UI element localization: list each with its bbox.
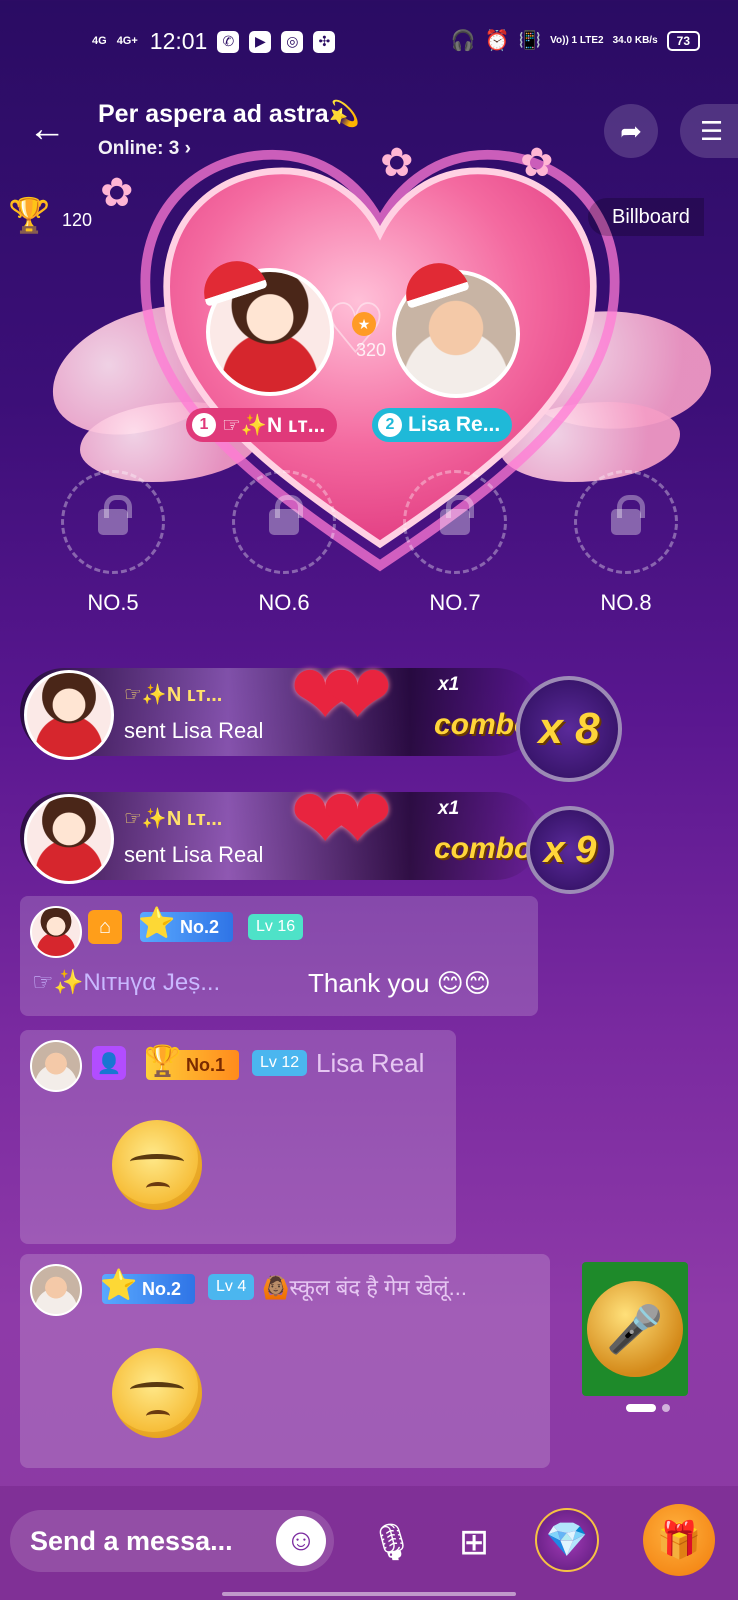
whatsapp-icon: ✆ bbox=[217, 30, 240, 53]
headphone-icon: 🎧 bbox=[450, 30, 476, 52]
notif-avatar[interactable] bbox=[24, 794, 114, 884]
seat-label-8: NO.8 bbox=[600, 590, 652, 615]
notif-sender: ☞✨N ʟᴛ... bbox=[124, 684, 223, 706]
hearts-gift-icon: ❤❤ bbox=[290, 648, 393, 742]
alarm-icon: ⏰ bbox=[484, 30, 510, 52]
trophy-score: 120 bbox=[62, 210, 93, 230]
star-icon: ★ bbox=[352, 312, 376, 336]
billboard-button[interactable]: Billboard bbox=[588, 198, 704, 236]
notif-sender: ☞✨N ʟᴛ... bbox=[124, 808, 223, 830]
carousel-dots bbox=[626, 1404, 670, 1412]
seat-5[interactable] bbox=[61, 470, 165, 574]
chat-message: 👤 🏆 No.1 Lv 12 Lisa Real bbox=[20, 1030, 456, 1244]
app-icon: ✣ bbox=[313, 30, 336, 53]
chat-message: ⌂ ⭐ No.2 Lv 16 ☞✨Nιтнүα Jeṣ... Thank you… bbox=[20, 896, 538, 1016]
flower-left: ✿ bbox=[100, 171, 134, 215]
microphone-icon: 🎤 bbox=[587, 1281, 683, 1377]
emoji-sticker bbox=[112, 1348, 202, 1438]
chat-message: ⭐ No.2 Lv 4 🙆🏽स्कूल बंद है गेम खेलूं... bbox=[20, 1254, 550, 1468]
host2-name: Lisa Re... bbox=[408, 413, 501, 436]
gift-notification: ☞✨N ʟᴛ... sent Lisa Real ❤❤ x1 combo bbox=[20, 772, 560, 884]
level-badge: Lv 4 bbox=[208, 1274, 255, 1300]
message-input[interactable]: Send a messa... ☺ bbox=[10, 1510, 334, 1572]
host1-num: 1 bbox=[192, 413, 216, 437]
network-1: 4G bbox=[92, 35, 107, 47]
network-2: 4G+ bbox=[116, 35, 138, 47]
microphone-promo-card[interactable]: 🎤 bbox=[582, 1262, 688, 1396]
notif-text: sent Lisa Real bbox=[124, 842, 264, 867]
flower-top-right: ✿ bbox=[520, 141, 554, 185]
rank-text: No.1 bbox=[186, 1054, 226, 1075]
seat-6[interactable] bbox=[232, 470, 336, 574]
chat-sender: ☞✨Nιтнүα Jeṣ... bbox=[32, 969, 221, 996]
vibrate-icon: 📳 bbox=[518, 30, 542, 50]
trophy-icon[interactable]: 🏆 bbox=[8, 196, 50, 236]
gift-icon[interactable]: 🎁 bbox=[643, 1504, 715, 1576]
combo-label: combo bbox=[434, 832, 533, 865]
flower-top-left: ✿ bbox=[380, 141, 414, 185]
mic-off-icon[interactable]: 🎙 bbox=[369, 1520, 415, 1564]
home-indicator[interactable] bbox=[222, 1592, 516, 1596]
chat-sender: Lisa Real bbox=[316, 1048, 425, 1078]
room-title: Per aspera ad astra💫 bbox=[98, 100, 360, 128]
gift-notification: ☞✨N ʟᴛ... sent Lisa Real ❤❤ x1 combo bbox=[20, 648, 560, 760]
status-left: 4G 4G+ 12:01 ✆ ▶ ◎ ✣ bbox=[92, 28, 336, 55]
chat-text: Thank you 😊😊 bbox=[308, 968, 491, 998]
combo-counter: x 8 bbox=[516, 676, 622, 782]
grid-icon[interactable]: ⊞ bbox=[452, 1520, 496, 1564]
chat-sender: 🙆🏽स्कूल बंद है गेम खेलूं... bbox=[262, 1275, 467, 1300]
seat-label-7: NO.7 bbox=[429, 590, 481, 615]
host2-num: 2 bbox=[378, 413, 402, 437]
center-score: 320 bbox=[356, 340, 387, 360]
rank-badge: 🏆 No.1 bbox=[144, 1045, 240, 1080]
hearts-gift-icon: ❤❤ bbox=[290, 772, 393, 866]
emoji-sticker bbox=[112, 1120, 202, 1210]
status-right: 🎧 ⏰ 📳 Vo)) 1 LTE2 34.0 KB/s 73 bbox=[451, 28, 700, 53]
lock-icon bbox=[440, 495, 474, 535]
sender-avatar[interactable] bbox=[30, 1040, 82, 1092]
youtube-icon: ▶ bbox=[249, 30, 272, 53]
host1-name-tag[interactable]: 1 ☞✨N ʟᴛ... bbox=[186, 408, 338, 442]
rank-star-icon: ⭐ bbox=[138, 907, 176, 940]
bottom-bar: Send a messa... ☺ 🎙 ⊞ 💎 🎁 bbox=[0, 1486, 738, 1600]
notif-avatar[interactable] bbox=[24, 670, 114, 760]
carousel-dot-active[interactable] bbox=[626, 1404, 656, 1412]
lock-icon bbox=[611, 495, 645, 535]
carousel-dot[interactable] bbox=[662, 1404, 670, 1412]
battery: 73 bbox=[666, 30, 700, 51]
combo-counter: x 9 bbox=[526, 806, 614, 894]
signal-text: Vo)) 1 LTE2 bbox=[550, 34, 604, 46]
rank-badge: ⭐ No.2 bbox=[138, 907, 234, 942]
rank-trophy-icon: 🏆 bbox=[144, 1045, 182, 1078]
rank-star-icon: ⭐ bbox=[100, 1269, 138, 1302]
net-speed: 34.0 KB/s bbox=[612, 34, 658, 46]
instagram-icon: ◎ bbox=[281, 30, 304, 53]
sender-avatar[interactable] bbox=[30, 906, 82, 958]
level-badge: Lv 16 bbox=[248, 914, 304, 940]
host1-name: ☞✨N ʟᴛ... bbox=[222, 413, 326, 437]
host2-name-tag[interactable]: 2 Lisa Re... bbox=[372, 408, 513, 442]
rank-text: No.2 bbox=[142, 1278, 182, 1299]
home-icon: ⌂ bbox=[88, 910, 122, 944]
gem-icon[interactable]: 💎 bbox=[535, 1508, 599, 1572]
user-icon: 👤 bbox=[92, 1046, 126, 1080]
lock-icon bbox=[98, 495, 132, 535]
gift-count: x1 bbox=[438, 674, 460, 695]
smile-icon[interactable]: ☺ bbox=[276, 1516, 326, 1566]
seat-7[interactable] bbox=[403, 470, 507, 574]
seat-label-5: NO.5 bbox=[87, 590, 139, 615]
sender-avatar[interactable] bbox=[30, 1264, 82, 1316]
seat-label-6: NO.6 bbox=[258, 590, 310, 615]
gift-count: x1 bbox=[438, 798, 460, 819]
seat-8[interactable] bbox=[574, 470, 678, 574]
message-placeholder: Send a messa... bbox=[30, 1526, 233, 1556]
status-bar: 4G 4G+ 12:01 ✆ ▶ ◎ ✣ 🎧 ⏰ 📳 Vo)) 1 LTE2 3… bbox=[0, 0, 738, 84]
level-badge: Lv 12 bbox=[252, 1050, 308, 1076]
notif-text: sent Lisa Real bbox=[124, 718, 264, 743]
lock-icon bbox=[269, 495, 303, 535]
clock: 12:01 bbox=[149, 28, 208, 54]
rank-badge: ⭐ No.2 bbox=[100, 1269, 196, 1304]
rank-text: No.2 bbox=[180, 916, 220, 937]
